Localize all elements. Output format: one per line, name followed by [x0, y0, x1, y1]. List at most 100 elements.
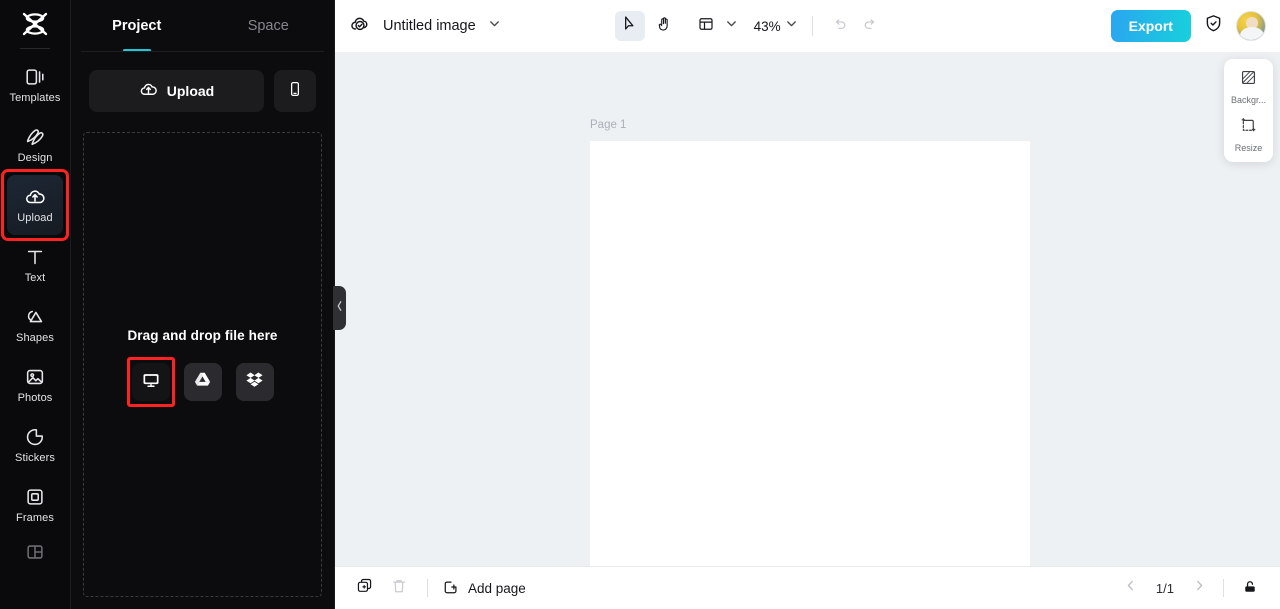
upload-source-computer[interactable]	[126, 357, 175, 407]
app-logo[interactable]	[0, 0, 70, 48]
rail-divider	[20, 48, 50, 49]
tab-underline	[81, 51, 324, 52]
document-title[interactable]: Untitled image	[383, 18, 476, 34]
sidebar-item-text[interactable]: Text	[7, 235, 63, 295]
duplicate-page-button[interactable]	[351, 574, 379, 602]
sidebar-item-stickers[interactable]: Stickers	[7, 415, 63, 475]
sidebar-item-label: Text	[24, 272, 46, 284]
next-page-button[interactable]	[1187, 576, 1211, 600]
sidebar-item-label: Frames	[16, 512, 54, 524]
tab-space[interactable]: Space	[203, 0, 335, 52]
design-icon	[24, 126, 46, 148]
sidebar-item-grid-layout[interactable]	[7, 535, 63, 569]
sidebar-item-label: Upload	[17, 212, 53, 224]
google-drive-icon	[193, 370, 212, 394]
dropzone-label: Drag and drop file here	[127, 328, 278, 343]
add-page-button[interactable]: Add page	[442, 578, 526, 599]
app-root: Templates Design Upload Text Shapes Phot…	[0, 0, 1280, 609]
sidebar-item-templates[interactable]: Templates	[7, 55, 63, 115]
cloud-check-icon[interactable]	[349, 13, 371, 40]
upload-source-dropbox[interactable]	[235, 363, 274, 401]
prev-page-button[interactable]	[1119, 576, 1143, 600]
bottom-bar-divider	[427, 579, 428, 597]
monitor-icon	[141, 370, 161, 395]
toolbar-divider	[811, 16, 813, 36]
upload-button-label: Upload	[166, 83, 215, 99]
chevron-right-icon	[1193, 579, 1206, 597]
sidebar-item-label: Shapes	[16, 332, 54, 344]
hand-tool-button[interactable]	[649, 11, 679, 41]
tab-project[interactable]: Project	[71, 0, 203, 52]
dropbox-icon	[245, 370, 264, 394]
sidebar-item-label: Photos	[17, 392, 53, 404]
bottom-bar-left: Add page	[351, 574, 526, 602]
upload-button[interactable]: Upload	[89, 70, 264, 112]
upload-cloud-icon	[139, 80, 158, 102]
file-dropzone[interactable]: Drag and drop file here	[83, 132, 322, 597]
hand-icon	[655, 15, 673, 38]
bottom-bar: Add page 1/1	[335, 566, 1280, 609]
grid-layout-icon	[24, 541, 46, 563]
chevron-left-icon	[336, 299, 343, 317]
text-icon	[24, 246, 46, 268]
select-tool-button[interactable]	[614, 11, 645, 41]
title-chevron-down-icon[interactable]	[488, 17, 501, 35]
dropzone-sources	[126, 357, 274, 407]
sidebar-item-frames[interactable]: Frames	[7, 475, 63, 535]
canvas-float-panel: Backgr... Resize	[1224, 59, 1273, 162]
undo-button[interactable]	[827, 13, 853, 39]
redo-icon	[862, 16, 878, 37]
layout-tool-button[interactable]	[691, 11, 721, 41]
left-rail: Templates Design Upload Text Shapes Phot…	[0, 0, 71, 609]
templates-icon	[24, 66, 46, 88]
zoom-level-value: 43%	[753, 18, 781, 34]
background-button-label: Backgr...	[1230, 96, 1266, 105]
sidebar-item-design[interactable]: Design	[7, 115, 63, 175]
shield-check-icon[interactable]	[1203, 13, 1224, 39]
export-button[interactable]: Export	[1110, 10, 1191, 42]
upload-source-google-drive[interactable]	[183, 363, 222, 401]
toolbar-right: Export	[1110, 10, 1266, 42]
page-label: Page 1	[590, 119, 627, 131]
panel-collapse-handle[interactable]	[333, 286, 346, 330]
duplicate-page-icon	[356, 577, 374, 600]
redo-button[interactable]	[857, 13, 883, 39]
zoom-chevron-down-icon	[785, 17, 798, 35]
background-button[interactable]: Backgr...	[1224, 68, 1273, 105]
sidebar-item-label: Design	[17, 152, 53, 164]
sidebar-item-photos[interactable]: Photos	[7, 355, 63, 415]
pager-divider	[1223, 579, 1224, 597]
tab-label: Project	[112, 18, 162, 34]
user-avatar[interactable]	[1235, 11, 1266, 41]
panel-tab-bar: Project Space	[71, 0, 334, 52]
resize-button[interactable]: Resize	[1224, 116, 1273, 153]
sidebar-item-label: Templates	[9, 92, 61, 104]
toolbar-tools: 43%	[614, 11, 883, 41]
lock-toggle-button[interactable]	[1236, 574, 1264, 602]
toolbar-left: Untitled image	[349, 13, 501, 40]
sidebar-item-upload[interactable]: Upload	[1, 169, 69, 241]
stickers-icon	[24, 426, 46, 448]
bottom-bar-right: 1/1	[1119, 574, 1264, 602]
capcut-logo-icon	[22, 12, 48, 36]
background-pattern-icon	[1239, 68, 1258, 92]
upload-row: Upload	[71, 52, 334, 112]
delete-page-button[interactable]	[385, 574, 413, 602]
photos-icon	[24, 366, 46, 388]
export-button-label: Export	[1128, 18, 1173, 34]
zoom-control[interactable]: 43%	[754, 17, 798, 35]
shapes-icon	[24, 306, 46, 328]
top-toolbar: Untitled image 43% Export	[335, 0, 1280, 52]
tab-label: Space	[247, 18, 289, 34]
mobile-phone-icon	[286, 80, 304, 103]
page-indicator: 1/1	[1155, 580, 1174, 596]
layout-chevron-down-icon[interactable]	[725, 17, 738, 35]
page-canvas[interactable]	[590, 141, 1030, 566]
canvas-workspace[interactable]: Page 1 Backgr... Resize	[335, 52, 1280, 566]
sidebar-item-shapes[interactable]: Shapes	[7, 295, 63, 355]
mobile-upload-button[interactable]	[274, 70, 316, 112]
main-area: Untitled image 43% Export Page 1 Backgr.…	[335, 0, 1280, 609]
trash-icon	[390, 577, 408, 600]
cursor-arrow-icon	[621, 15, 638, 37]
chevron-left-icon	[1124, 579, 1137, 597]
